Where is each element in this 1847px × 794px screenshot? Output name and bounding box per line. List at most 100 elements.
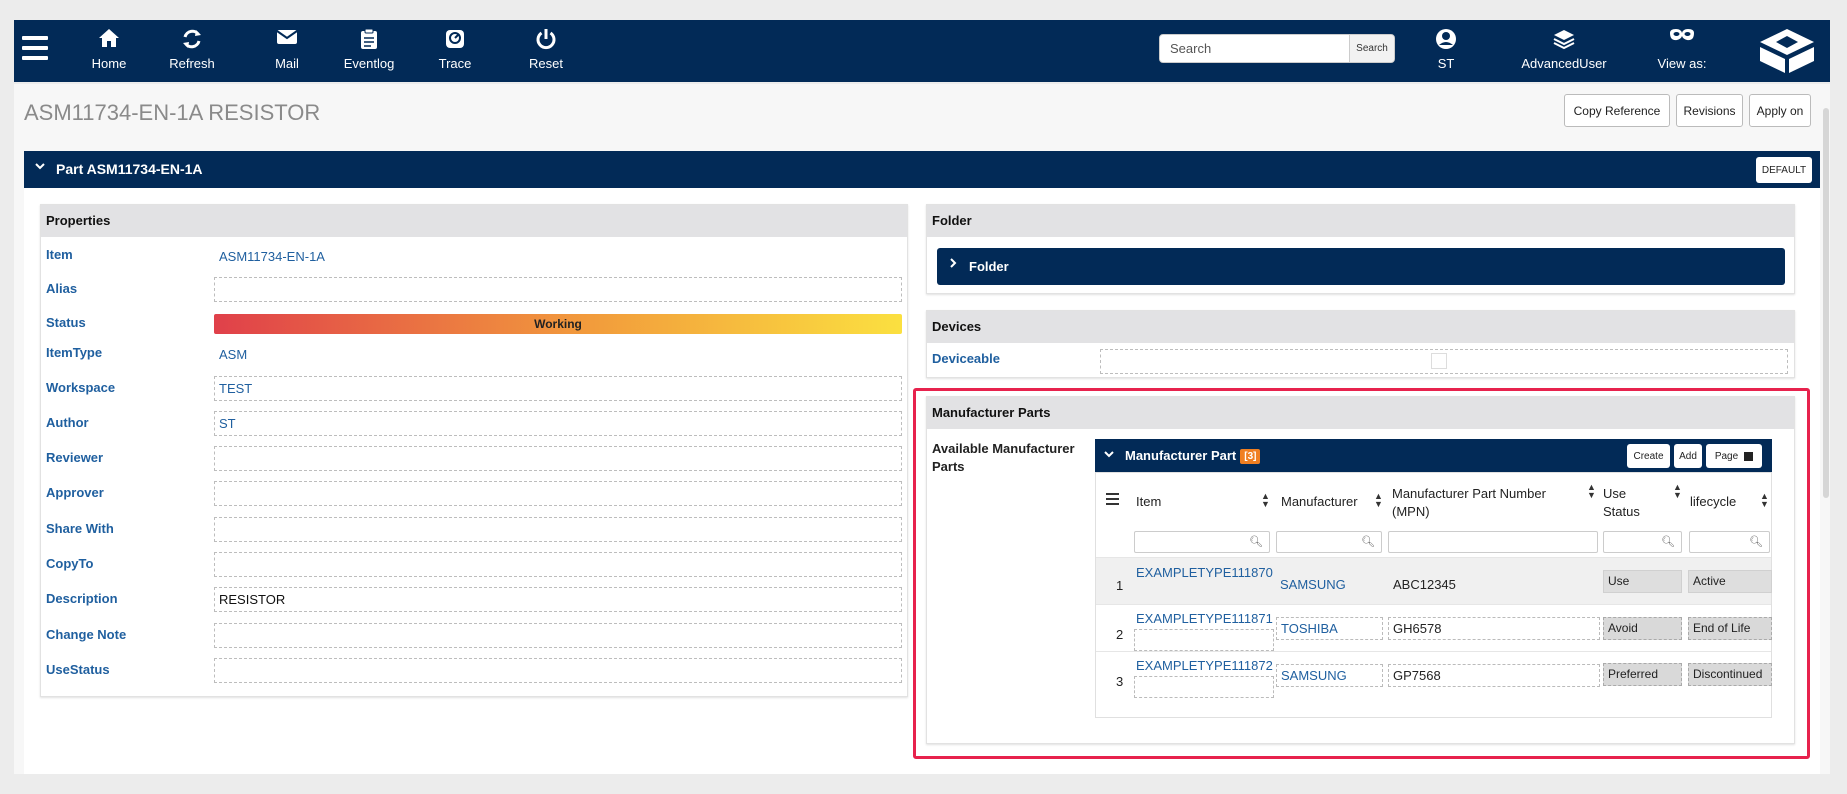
page-scrollbar[interactable] xyxy=(1823,108,1829,498)
col-header-item[interactable]: Item xyxy=(1136,494,1161,509)
share-with-field[interactable] xyxy=(214,517,902,542)
row-mpn-field[interactable]: GP7568 xyxy=(1388,664,1600,687)
nav-eventlog[interactable]: Eventlog xyxy=(329,28,409,71)
lifecycle-chip[interactable]: End of Life xyxy=(1688,617,1772,640)
reviewer-field[interactable] xyxy=(214,446,902,471)
chevron-down-icon xyxy=(1103,448,1115,463)
filter-mpn-input[interactable] xyxy=(1388,531,1598,553)
property-row-author: Author ST xyxy=(41,411,907,441)
property-row-item: Item ASM11734-EN-1A xyxy=(46,247,325,264)
sort-icon[interactable]: ▲ ▼ xyxy=(1760,492,1769,509)
sort-icon[interactable]: ▲ ▼ xyxy=(1374,492,1383,509)
part-section-header[interactable]: Part ASM11734-EN-1A DEFAULT xyxy=(24,151,1820,188)
power-icon xyxy=(506,28,586,50)
use-status-chip[interactable]: Use xyxy=(1603,570,1682,593)
page-button[interactable]: Page xyxy=(1706,444,1762,468)
row-manufacturer-field[interactable]: TOSHIBA xyxy=(1276,617,1383,640)
revisions-button[interactable]: Revisions xyxy=(1676,94,1743,127)
hamburger-menu-icon[interactable] xyxy=(22,36,48,60)
manufacturer-parts-title: Manufacturer Parts xyxy=(927,397,1794,429)
nav-home[interactable]: Home xyxy=(69,28,149,71)
lifecycle-chip[interactable]: Discontinued xyxy=(1688,663,1772,686)
properties-panel: Properties Item ASM11734-EN-1A Alias Sta… xyxy=(40,204,908,697)
default-button[interactable]: DEFAULT xyxy=(1756,157,1812,183)
col-header-use-status[interactable]: Use Status xyxy=(1603,485,1648,521)
properties-title: Properties xyxy=(41,205,907,237)
folder-expander[interactable]: Folder xyxy=(937,248,1785,285)
table-row[interactable]: 3 EXAMPLETYPE111872 SAMSUNG GP7568 Prefe… xyxy=(1096,651,1772,698)
mail-icon xyxy=(247,28,327,50)
devices-title: Devices xyxy=(927,311,1794,343)
row-item-link[interactable]: EXAMPLETYPE111871 xyxy=(1136,611,1273,626)
copyto-field[interactable] xyxy=(214,552,902,577)
property-row-itemtype: ItemType ASM xyxy=(46,345,248,362)
nav-role[interactable]: AdvancedUser xyxy=(1514,28,1614,71)
column-menu-icon[interactable] xyxy=(1106,493,1119,508)
deviceable-field[interactable] xyxy=(1100,349,1788,374)
page-title: ASM11734-EN-1A RESISTOR xyxy=(24,100,321,125)
manufacturer-parts-panel: Manufacturer Parts Available Manufacture… xyxy=(926,396,1795,744)
description-field[interactable]: RESISTOR xyxy=(214,587,902,612)
content-area: ASM11734-EN-1A RESISTOR Copy Reference R… xyxy=(14,84,1830,774)
nav-user[interactable]: ST xyxy=(1406,28,1486,71)
nav-mail[interactable]: Mail xyxy=(247,28,327,71)
manufacturer-part-table: Item ▲ ▼ Manufacturer ▲ ▼ Manufacturer Par… xyxy=(1095,472,1772,718)
folder-panel: Folder Folder xyxy=(926,204,1795,294)
row-item-field[interactable] xyxy=(1134,629,1274,651)
lifecycle-chip[interactable]: Active xyxy=(1688,570,1772,593)
filter-lifecycle-input[interactable]: 🔍︎ xyxy=(1689,531,1770,553)
itemtype-value: ASM xyxy=(219,347,248,362)
nav-view-as[interactable]: View as: xyxy=(1642,28,1722,71)
col-header-manufacturer[interactable]: Manufacturer xyxy=(1281,494,1358,509)
property-row-description: Description RESISTOR xyxy=(41,587,907,617)
col-header-lifecycle[interactable]: lifecycle xyxy=(1690,494,1736,509)
nav-reset[interactable]: Reset xyxy=(506,28,586,71)
row-mpn-field[interactable]: GH6578 xyxy=(1388,617,1600,640)
manufacturer-part-grid-header[interactable]: Manufacturer Part [3] Create Add Page xyxy=(1095,439,1772,472)
devices-panel: Devices Deviceable xyxy=(926,310,1795,378)
search-box: Search xyxy=(1159,34,1395,63)
change-note-field[interactable] xyxy=(214,623,902,648)
row-manufacturer-link[interactable]: SAMSUNG xyxy=(1280,577,1346,592)
property-row-usestatus: UseStatus xyxy=(41,658,907,688)
item-link[interactable]: ASM11734-EN-1A xyxy=(219,249,325,264)
sort-icon[interactable]: ▲ ▼ xyxy=(1587,483,1596,500)
nav-refresh[interactable]: Refresh xyxy=(152,28,232,71)
sort-icon[interactable]: ▲ ▼ xyxy=(1673,483,1682,500)
filter-use-status-input[interactable]: 🔍︎ xyxy=(1603,531,1682,553)
add-button[interactable]: Add xyxy=(1674,444,1702,468)
create-button[interactable]: Create xyxy=(1627,444,1670,468)
clipboard-icon xyxy=(329,28,409,50)
row-item-link[interactable]: EXAMPLETYPE111872 xyxy=(1136,658,1273,673)
table-row[interactable]: 2 EXAMPLETYPE111871 TOSHIBA GH6578 Avoid… xyxy=(1096,604,1772,651)
filter-manufacturer-input[interactable]: 🔍︎ xyxy=(1276,531,1382,553)
row-item-field[interactable] xyxy=(1134,676,1274,698)
usestatus-field[interactable] xyxy=(214,658,902,683)
status-bar[interactable]: Working xyxy=(214,314,902,334)
alias-field[interactable] xyxy=(214,277,902,302)
row-manufacturer-field[interactable]: SAMSUNG xyxy=(1276,664,1383,687)
count-badge: [3] xyxy=(1240,449,1261,464)
workspace-field[interactable]: TEST xyxy=(214,376,902,401)
filter-item-input[interactable]: 🔍︎ xyxy=(1134,531,1270,553)
row-item-link[interactable]: EXAMPLETYPE111870 xyxy=(1136,565,1273,580)
nav-trace[interactable]: Trace xyxy=(415,28,495,71)
search-icon: 🔍︎ xyxy=(1361,536,1375,548)
search-input[interactable] xyxy=(1160,35,1340,62)
copy-reference-button[interactable]: Copy Reference xyxy=(1564,94,1670,127)
search-button[interactable]: Search xyxy=(1349,35,1394,62)
grid-title: Manufacturer Part xyxy=(1125,448,1237,463)
property-row-copyto: CopyTo xyxy=(41,552,907,582)
deviceable-checkbox[interactable] xyxy=(1431,353,1447,369)
table-row[interactable]: 1 EXAMPLETYPE111870 SAMSUNG ABC12345 Use… xyxy=(1096,557,1772,604)
use-status-chip[interactable]: Preferred xyxy=(1603,663,1682,686)
search-icon: 🔍︎ xyxy=(1749,536,1763,548)
approver-field[interactable] xyxy=(214,481,902,506)
col-header-mpn[interactable]: Manufacturer Part Number (MPN) xyxy=(1392,485,1562,521)
author-field[interactable]: ST xyxy=(214,411,902,436)
use-status-chip[interactable]: Avoid xyxy=(1603,617,1682,640)
home-icon xyxy=(69,28,149,50)
sort-icon[interactable]: ▲ ▼ xyxy=(1261,492,1270,509)
property-row-alias: Alias xyxy=(41,277,907,307)
apply-on-button[interactable]: Apply on xyxy=(1749,94,1811,127)
